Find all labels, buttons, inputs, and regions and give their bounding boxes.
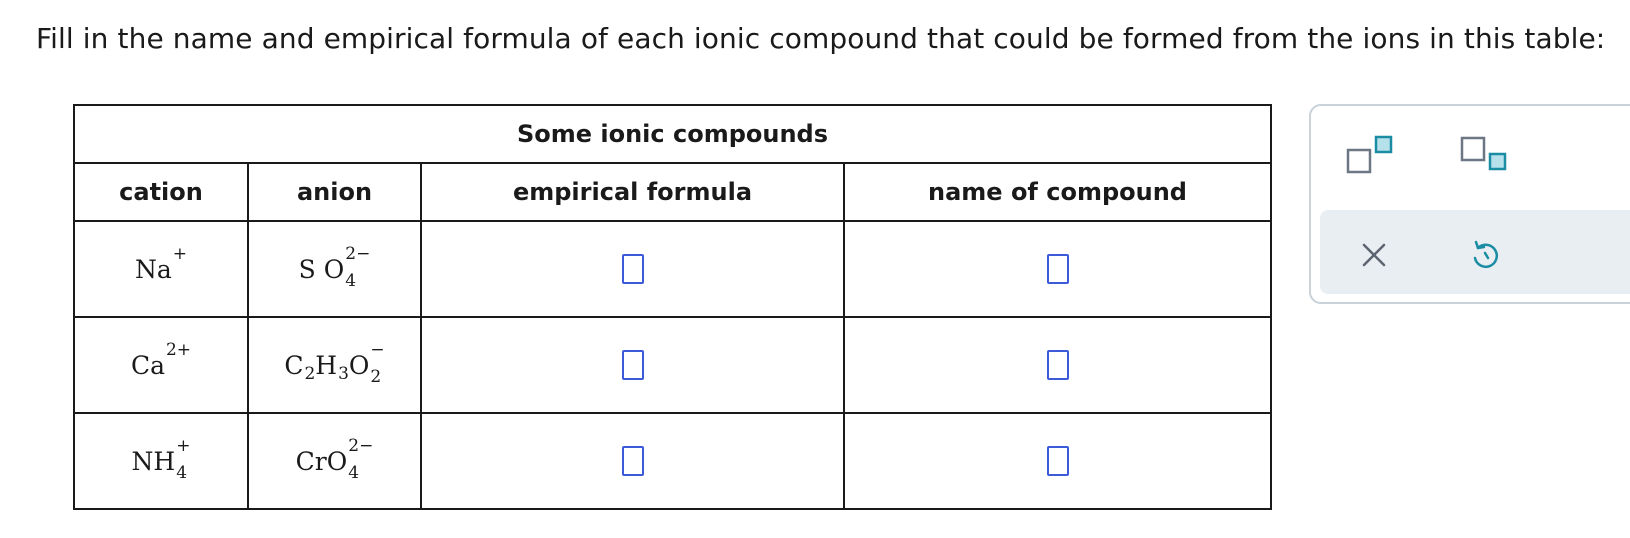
table-row: Ca 2+ C 2 H 3 O − 2: [73, 316, 1272, 414]
ion-charge: +: [176, 436, 191, 456]
empirical-formula-cell: [420, 220, 845, 318]
anion-ion: S O 2− 4: [298, 246, 371, 290]
cation-cell: Ca 2+: [73, 316, 249, 414]
header-cation: cation: [73, 162, 249, 222]
cation-ion: NH + 4: [131, 438, 191, 482]
ion-charge: 2−: [348, 436, 374, 456]
ion-subscript: 2: [370, 367, 382, 387]
ion-subscript: 4: [348, 463, 360, 483]
superscript-button[interactable]: [1344, 134, 1400, 178]
compound-name-cell: [843, 412, 1272, 510]
compound-name-cell: [843, 220, 1272, 318]
clear-button[interactable]: [1352, 236, 1396, 276]
ion-symbol: O: [348, 350, 370, 380]
ionic-compounds-table: Some ionic compounds cation anion empiri…: [73, 104, 1272, 510]
compound-name-input[interactable]: [1046, 350, 1069, 380]
cation-cell: Na +: [73, 220, 249, 318]
clear-icon: [1362, 243, 1386, 267]
anion-cell: CrO 2− 4: [247, 412, 422, 510]
undo-icon: [1473, 240, 1499, 268]
anion-ion: CrO 2− 4: [295, 438, 374, 482]
anion-cell: C 2 H 3 O − 2: [247, 316, 422, 414]
subscript-icon: [1460, 136, 1507, 171]
cation-cell: NH + 4: [73, 412, 249, 510]
ion-subscript: 4: [345, 271, 357, 291]
ion-symbol: C: [284, 350, 304, 380]
ion-charge: −: [370, 340, 385, 360]
ion-charge: 2−: [345, 244, 371, 264]
empirical-formula-cell: [420, 412, 845, 510]
table-row: Na + S O 2− 4: [73, 220, 1272, 318]
empirical-formula-cell: [420, 316, 845, 414]
compound-name-cell: [843, 316, 1272, 414]
compound-name-input[interactable]: [1046, 446, 1069, 476]
ion-symbol: Ca: [130, 350, 165, 380]
ion-symbol: S O: [298, 254, 345, 284]
anion-ion: C 2 H 3 O − 2: [284, 342, 384, 386]
table-caption: Some ionic compounds: [73, 104, 1272, 164]
ion-symbol: H: [315, 350, 338, 380]
ion-subscript: 4: [176, 463, 188, 483]
empirical-formula-input[interactable]: [621, 254, 644, 284]
empirical-formula-input[interactable]: [621, 350, 644, 380]
ion-charge: 2+: [165, 340, 192, 360]
ion-subscript: 2: [304, 364, 316, 384]
instructions-text: Fill in the name and empirical formula o…: [36, 22, 1606, 55]
superscript-icon: [1346, 135, 1393, 174]
table-row: NH + 4 CrO 2− 4: [73, 412, 1272, 510]
subscript-button[interactable]: [1458, 134, 1514, 178]
undo-button[interactable]: [1463, 236, 1507, 276]
header-name-of-compound: name of compound: [843, 162, 1272, 222]
ion-symbol: CrO: [295, 446, 348, 476]
ion-symbol: NH: [131, 446, 176, 476]
header-anion: anion: [247, 162, 422, 222]
ion-charge: +: [172, 244, 188, 264]
ion-symbol: Na: [134, 254, 172, 284]
empirical-formula-input[interactable]: [621, 446, 644, 476]
header-empirical-formula: empirical formula: [420, 162, 845, 222]
anion-cell: S O 2− 4: [247, 220, 422, 318]
ion-subscript: 3: [338, 364, 349, 384]
cation-ion: Ca 2+: [130, 342, 191, 382]
compound-name-input[interactable]: [1046, 254, 1069, 284]
cation-ion: Na +: [134, 246, 187, 286]
